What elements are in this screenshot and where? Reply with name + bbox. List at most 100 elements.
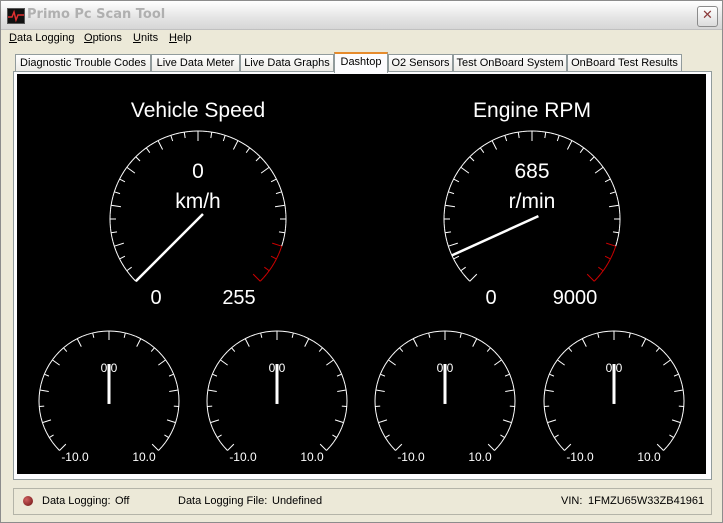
small-gauge-4-arc — [602, 330, 609, 333]
small-gauge-3-arc — [375, 384, 378, 391]
speed-gauge-arc — [111, 196, 114, 201]
close-button[interactable]: ✕ — [697, 6, 718, 27]
tab-onboard-test-results[interactable]: OnBoard Test Results — [567, 54, 682, 71]
speed-gauge-title: Vehicle Speed — [131, 99, 265, 122]
tab-live-data-graphs[interactable]: Live Data Graphs — [240, 54, 334, 71]
small-gauge-1-tick — [39, 389, 49, 392]
small-gauge-1-arc — [92, 331, 99, 334]
rpm-gauge-arc — [509, 132, 514, 135]
small-gauge-4-max: 10.0 — [637, 450, 661, 464]
speed-gauge-arc — [211, 131, 217, 134]
speed-gauge-arc — [153, 140, 159, 144]
logging-indicator-icon — [23, 496, 33, 506]
speed-gauge-arc — [149, 142, 155, 146]
small-gauge-1-arc — [177, 406, 180, 413]
speed-gauge-tick — [210, 132, 213, 139]
small-gauge-3-min: -10.0 — [397, 450, 425, 464]
small-gauge-1-arc — [51, 355, 57, 361]
small-gauge-4-arc — [675, 427, 680, 433]
small-gauge-4-arc — [666, 355, 672, 361]
speed-gauge-arc — [113, 246, 117, 251]
small-gauge-4-tick — [628, 332, 631, 338]
speed-gauge-arc — [109, 228, 112, 233]
small-gauge-4-arc — [572, 340, 578, 345]
small-gauge-3-tick — [494, 359, 502, 366]
speed-gauge-tick — [114, 191, 121, 195]
small-gauge-4-arc — [546, 422, 550, 428]
rpm-gauge-needle — [451, 214, 539, 257]
tab-o2-sensors[interactable]: O2 Sensors — [388, 54, 453, 71]
menu-data-logging[interactable]: Data Logging — [9, 32, 74, 44]
speed-gauge-tick — [232, 140, 239, 150]
small-gauge-1-arc — [41, 374, 45, 380]
rpm-gauge-arc — [571, 140, 577, 144]
small-gauge-1-arc — [55, 351, 60, 356]
rpm-gauge-arc — [590, 153, 595, 158]
small-gauge-4-arc — [673, 364, 677, 370]
small-gauge-4-arc — [556, 355, 562, 361]
small-gauge-1-tick — [44, 373, 50, 377]
small-gauge-2-tick — [291, 332, 294, 338]
small-gauge-3-arc — [377, 422, 381, 428]
small-gauge-4-arc — [680, 379, 683, 385]
speed-gauge-arc — [263, 274, 267, 279]
speed-gauge-arc — [126, 270, 131, 275]
rpm-gauge-arc — [455, 170, 459, 176]
title-bar[interactable]: Primo Pc Scan Tool ✕ — [1, 1, 722, 30]
small-gauge-1-arc — [158, 446, 163, 451]
small-gauge-4-tick — [554, 434, 559, 439]
speed-gauge-tick — [274, 204, 285, 208]
small-gauge-2-arc — [336, 364, 340, 370]
small-gauge-1-tick — [52, 359, 60, 366]
small-gauge-1-arc — [158, 351, 163, 356]
small-gauge-3-arc — [455, 331, 462, 334]
small-gauge-2-arc — [333, 437, 338, 443]
speed-gauge-tick — [272, 242, 282, 247]
small-gauge-4-arc — [587, 333, 593, 337]
small-gauge-4-arc — [553, 359, 558, 365]
small-gauge-4-tick — [655, 347, 660, 352]
small-gauge-3-arc — [497, 355, 503, 361]
menu-units[interactable]: Units — [133, 32, 158, 44]
small-gauge-1-arc — [40, 379, 43, 385]
rpm-gauge-arc — [618, 205, 621, 210]
small-gauge-2-arc — [209, 422, 213, 428]
small-gauge-1-arc — [154, 347, 159, 352]
tab-diagnostic-trouble-codes[interactable]: Diagnostic Trouble Codes — [15, 54, 151, 71]
small-gauge-2-arc — [333, 359, 338, 365]
rpm-gauge-tick — [586, 273, 595, 282]
small-gauge-4-tick — [549, 373, 555, 377]
tab-live-data-meter[interactable]: Live Data Meter — [151, 54, 240, 71]
small-gauge-2-arc — [303, 335, 309, 340]
speed-gauge-arc — [275, 254, 279, 260]
menu-options[interactable]: Options — [84, 32, 122, 44]
small-gauge-4-arc — [582, 335, 588, 340]
speed-gauge-arc — [229, 136, 234, 140]
small-gauge-4-arc — [624, 331, 631, 334]
small-gauge-2-arc — [211, 427, 216, 433]
small-gauge-2-arc — [209, 374, 213, 380]
speed-gauge-value: 0 — [192, 160, 204, 183]
rpm-gauge-arc — [443, 205, 446, 210]
menu-help[interactable]: Help — [169, 32, 192, 44]
small-gauge-2-arc — [227, 347, 232, 352]
small-gauge-2-arc — [206, 406, 209, 413]
small-gauge-3-value: 0.0 — [437, 361, 454, 375]
close-icon: ✕ — [702, 8, 713, 23]
small-gauge-1-arc — [149, 343, 155, 349]
small-gauge-1-tick — [164, 434, 169, 439]
small-gauge-1-arc — [170, 427, 175, 433]
tab-test-onboard-system[interactable]: Test OnBoard System — [453, 54, 567, 71]
rpm-gauge-tick — [460, 166, 470, 174]
rpm-gauge-arc — [445, 237, 448, 242]
small-gauge-2-tick — [231, 347, 236, 352]
rpm-gauge-arc — [457, 266, 462, 272]
tab-dashtop[interactable]: Dashtop — [334, 52, 388, 73]
speed-gauge-arc — [263, 159, 267, 164]
speed-gauge-arc — [113, 187, 117, 192]
small-gauge-3-arc — [375, 411, 378, 418]
small-gauge-1-arc — [165, 359, 170, 365]
small-gauge-4-arc — [650, 340, 656, 345]
small-gauge-1-tick — [76, 338, 82, 347]
small-gauge-1-value: 0.0 — [101, 361, 118, 375]
